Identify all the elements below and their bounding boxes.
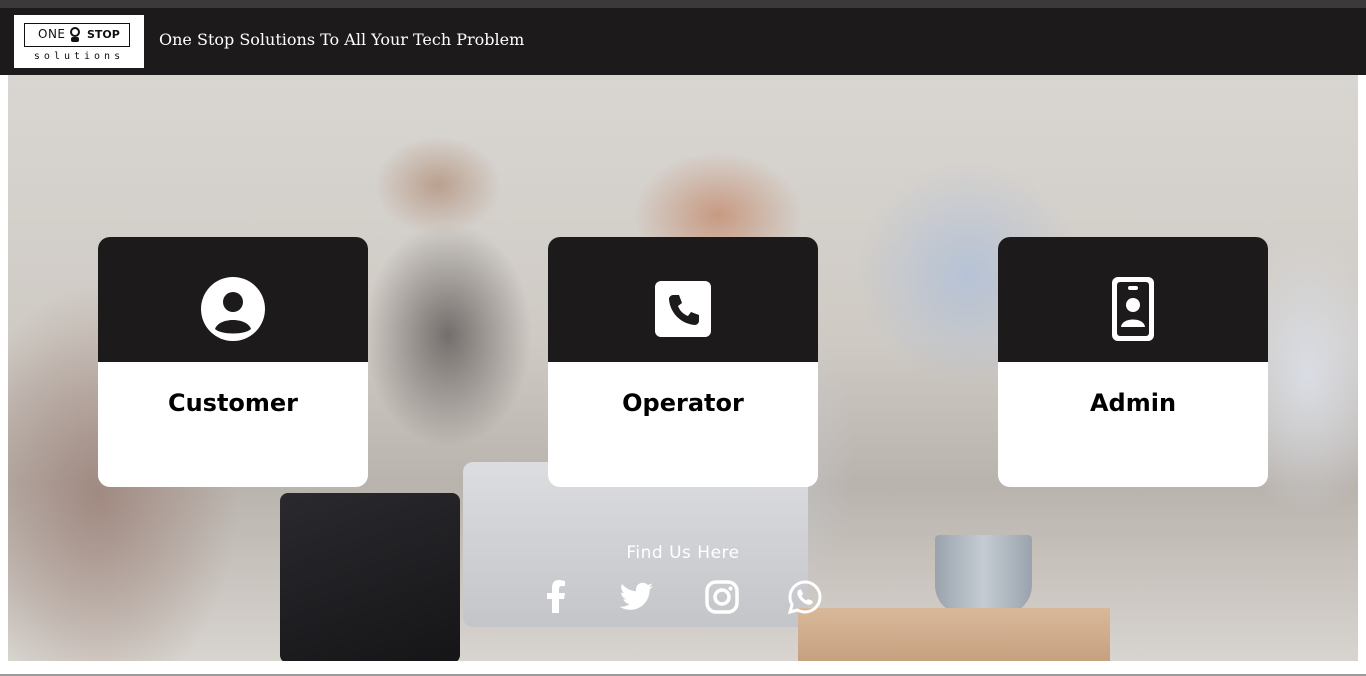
user-circle-icon bbox=[201, 277, 265, 341]
logo-subtitle: solutions bbox=[33, 51, 125, 62]
dark-laptop-image bbox=[280, 493, 460, 661]
facebook-icon[interactable] bbox=[539, 579, 575, 615]
navbar: ONE STOP solutions One Stop Solutions To… bbox=[0, 8, 1366, 75]
logo-frame: ONE STOP bbox=[24, 23, 130, 47]
customer-card[interactable]: Customer bbox=[98, 237, 368, 487]
instagram-icon[interactable] bbox=[704, 579, 740, 615]
find-us-heading: Find Us Here bbox=[626, 543, 740, 563]
logo-one-text: ONE bbox=[38, 27, 66, 41]
phone-icon bbox=[655, 281, 711, 337]
customer-card-header bbox=[98, 237, 368, 362]
headset-mascot-icon bbox=[70, 27, 80, 42]
site-tagline: One Stop Solutions To All Your Tech Prob… bbox=[159, 30, 525, 49]
whatsapp-icon[interactable] bbox=[787, 579, 823, 615]
desk-tray-image bbox=[798, 608, 1110, 661]
twitter-icon[interactable] bbox=[619, 579, 655, 615]
admin-card[interactable]: Admin bbox=[998, 237, 1268, 487]
browser-top-line bbox=[0, 0, 1366, 8]
customer-card-label: Customer bbox=[167, 389, 299, 417]
id-badge-icon bbox=[1112, 277, 1154, 341]
operator-card-header bbox=[548, 237, 818, 362]
operator-card-label: Operator bbox=[622, 389, 744, 417]
operator-card[interactable]: Operator bbox=[548, 237, 818, 487]
admin-card-header bbox=[998, 237, 1268, 362]
admin-card-label: Admin bbox=[1089, 389, 1177, 417]
logo-stop-text: STOP bbox=[87, 28, 120, 41]
coffee-cup-image bbox=[935, 535, 1032, 615]
logo[interactable]: ONE STOP solutions bbox=[14, 15, 144, 68]
